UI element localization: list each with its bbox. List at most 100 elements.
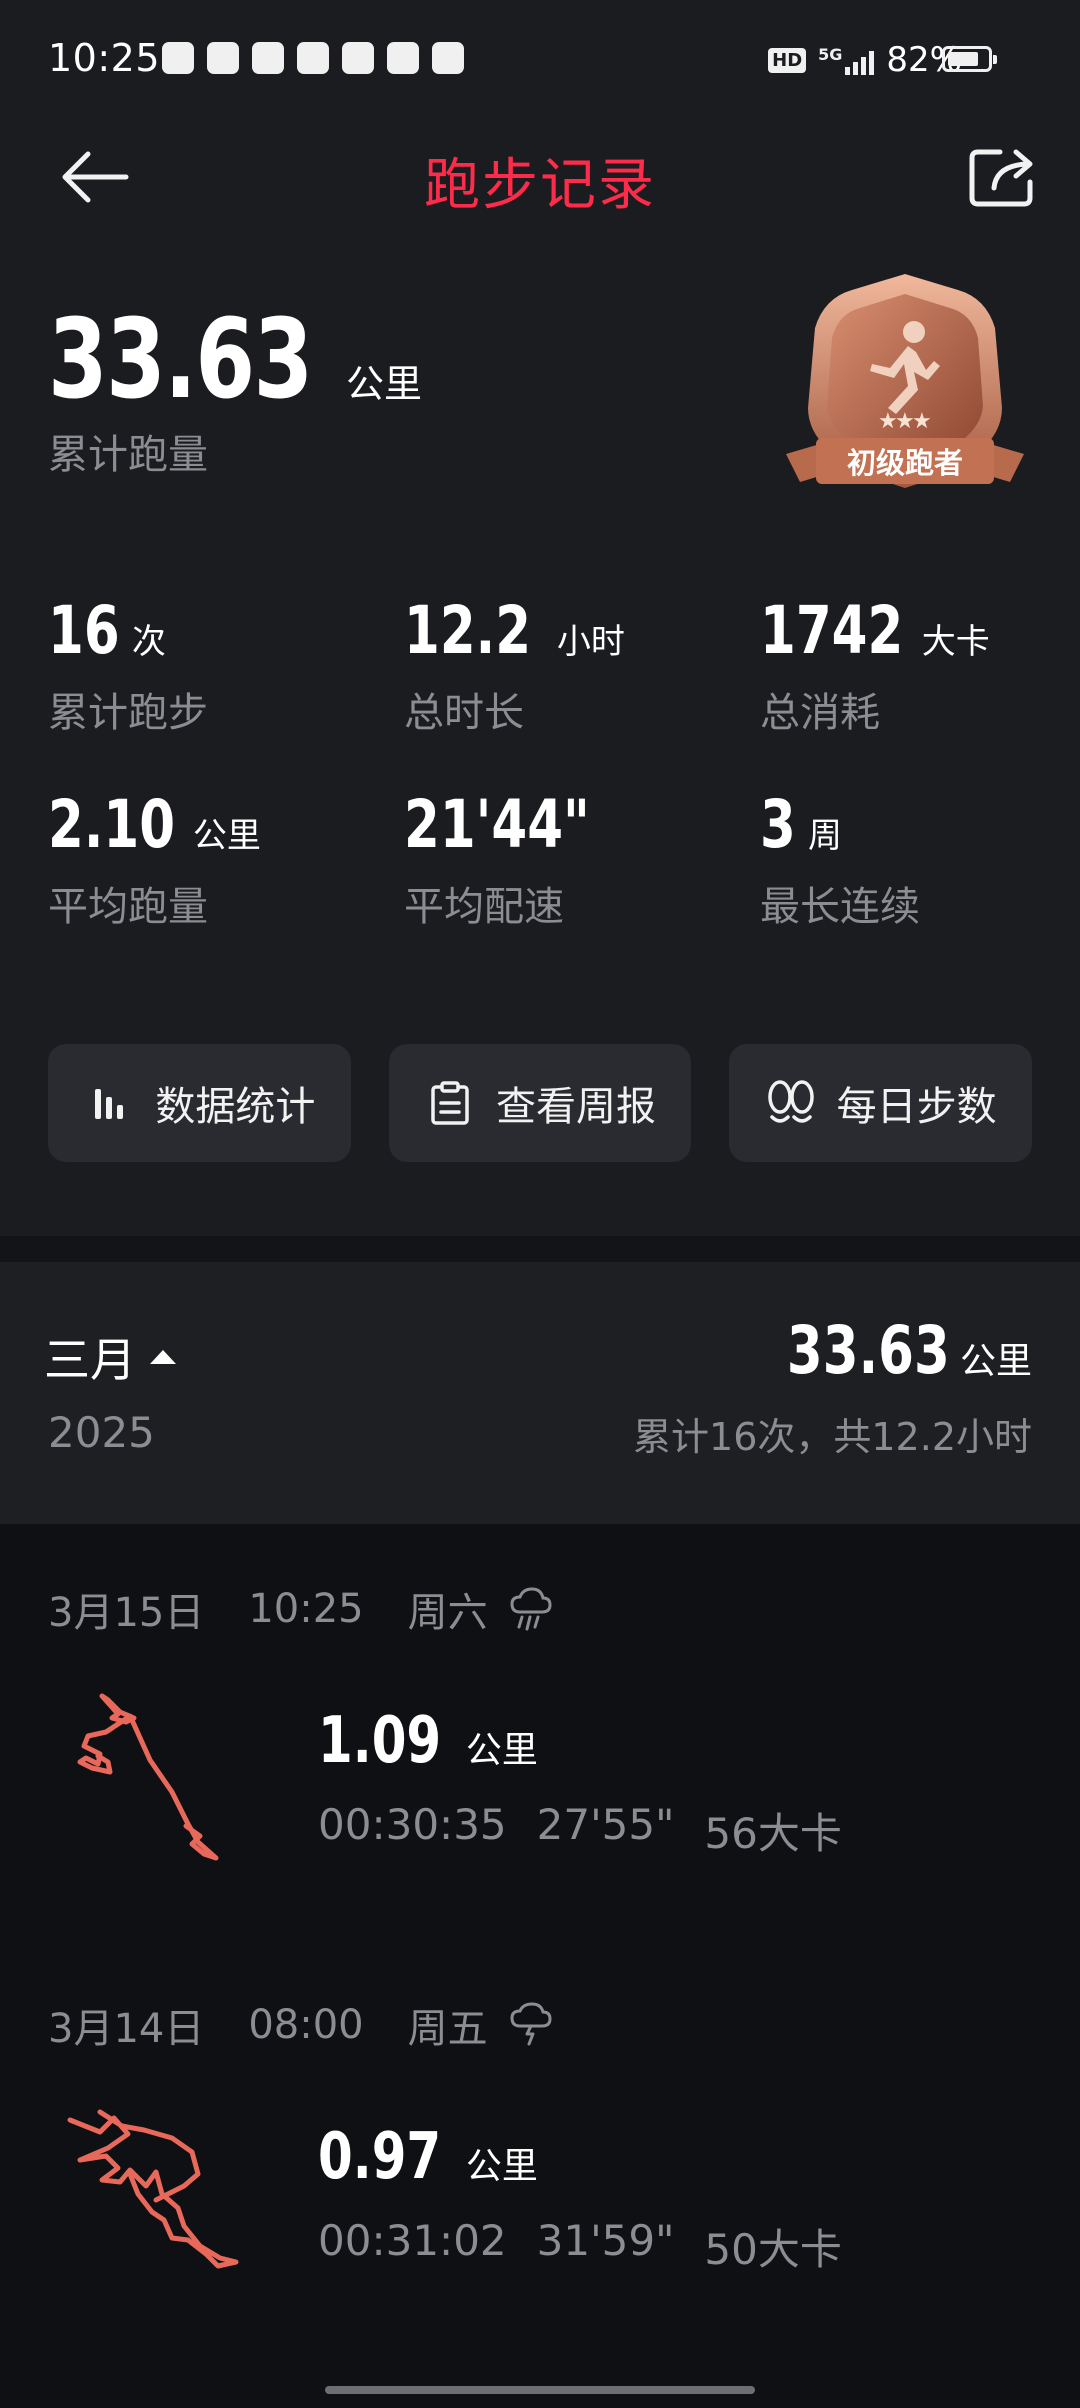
- signal-icon: 5G: [818, 45, 875, 75]
- run-date-row: 3月15日 10:25 周六: [48, 1580, 554, 1638]
- total-distance-value: 33.63: [48, 295, 313, 423]
- status-right: HD 5G 82%: [768, 40, 962, 80]
- stat-unit: 小时: [556, 622, 625, 662]
- section-divider: [0, 1236, 1080, 1262]
- run-list-item[interactable]: 3月15日 10:25 周六 1.09 公里 00:30:35 27'55" 5…: [0, 1524, 1080, 1944]
- run-distance-unit: 公里: [465, 2146, 538, 2187]
- action-buttons: 数据统计 查看周报 每日步数: [48, 1044, 1033, 1162]
- runner-level-badge[interactable]: ★ ★ ★ 初级跑者: [780, 268, 1030, 518]
- share-button[interactable]: [964, 142, 1044, 212]
- month-distance-value: 33.63: [787, 1312, 950, 1389]
- battery-icon: [942, 46, 997, 72]
- video-icon: [387, 42, 419, 74]
- run-distance-value: 0.97: [318, 2120, 442, 2194]
- run-pace: 31'59": [536, 2216, 675, 2265]
- badge-label: 初级跑者: [846, 446, 963, 480]
- run-date: 3月14日: [48, 2006, 205, 2052]
- route-map-thumbnail: [67, 2109, 239, 2269]
- run-pace: 27'55": [536, 1800, 675, 1849]
- total-distance-label: 累计跑量: [48, 432, 208, 478]
- stat-label: 总消耗: [760, 690, 880, 736]
- bar-chart-icon: [83, 1077, 135, 1129]
- clipboard-icon: [424, 1077, 476, 1129]
- hail-cloud-icon: [510, 2002, 552, 2046]
- run-date: 3月15日: [48, 1590, 205, 1636]
- total-distance-unit: 公里: [345, 362, 422, 406]
- rain-cloud-icon: [510, 1587, 552, 1631]
- run-time: 10:25: [248, 1586, 364, 1632]
- daily-steps-button[interactable]: 每日步数: [729, 1044, 1033, 1162]
- send-icon: [432, 42, 464, 74]
- stat-unit: 大卡: [921, 622, 990, 662]
- action-label: 数据统计: [155, 1084, 316, 1130]
- stat-label: 平均跑量: [48, 884, 208, 930]
- stat-average-pace: 21'44" 平均配速: [404, 786, 724, 932]
- stat-longest-streak: 3 周 最长连续: [760, 786, 1080, 932]
- run-list-item[interactable]: 3月14日 08:00 周五 0.97 公里 00:31:02 31'59" 5…: [0, 1940, 1080, 2360]
- run-weekday: 周五: [407, 2006, 488, 2052]
- stat-value: 2.10: [48, 786, 176, 863]
- status-time: 10:25: [48, 36, 161, 80]
- mail-icon: [297, 42, 329, 74]
- run-metrics: 00:31:02 31'59" 50大卡: [318, 2216, 842, 2277]
- stat-label: 最长连续: [760, 884, 920, 930]
- month-distance: 33.63 公里: [741, 1312, 1032, 1389]
- notification-icons: [162, 42, 464, 74]
- stat-average-distance: 2.10 公里 平均跑量: [48, 786, 368, 932]
- data-statistics-button[interactable]: 数据统计: [48, 1044, 351, 1162]
- notification-app-icon: [162, 42, 194, 74]
- action-label: 每日步数: [836, 1084, 997, 1130]
- share-icon: [969, 149, 1033, 207]
- stat-value-row: 1742 大卡: [760, 592, 1080, 672]
- stat-value: 12.2: [404, 592, 532, 669]
- month-distance-unit: 公里: [959, 1341, 1032, 1382]
- run-distance: 0.97 公里: [318, 2120, 538, 2194]
- month-year: 2025: [48, 1408, 155, 1457]
- running-record-page: 10:25 HD 5G 82% 跑步记录 33.63 公里 累计跑量 ★ ★ ★…: [0, 0, 1080, 2408]
- svg-text:★: ★: [912, 409, 932, 434]
- app-header: 跑步记录: [0, 130, 1080, 220]
- caret-up-icon: [150, 1350, 176, 1364]
- stat-unit: 公里: [192, 816, 261, 856]
- stat-unit: 次: [131, 622, 166, 662]
- stat-value-row: 21'44": [404, 786, 724, 866]
- month-summary: 三月 2025 33.63 公里 累计16次，共12.2小时: [0, 1262, 1080, 1524]
- route-map-thumbnail: [77, 1693, 219, 1861]
- hd-icon: HD: [768, 47, 807, 73]
- stat-value: 3: [760, 786, 796, 863]
- run-weekday: 周六: [407, 1590, 488, 1636]
- stat-value-row: 2.10 公里: [48, 786, 368, 866]
- run-metrics: 00:30:35 27'55" 56大卡: [318, 1800, 842, 1861]
- run-calories: 56大卡: [704, 1809, 842, 1858]
- stat-unit: 周: [807, 816, 842, 856]
- run-duration: 00:30:35: [318, 1800, 507, 1849]
- run-distance-value: 1.09: [318, 1704, 442, 1778]
- stat-value-row: 16 次: [48, 592, 368, 672]
- notification-app-icon: [342, 42, 374, 74]
- home-indicator[interactable]: [325, 2386, 755, 2394]
- run-duration: 00:31:02: [318, 2216, 507, 2265]
- stat-value: 1742: [760, 592, 904, 669]
- stat-label: 累计跑步: [48, 690, 208, 736]
- footprints-icon: [765, 1077, 817, 1129]
- wechat-icon: [207, 42, 239, 74]
- stat-total-calories: 1742 大卡 总消耗: [760, 592, 1080, 738]
- page-title: 跑步记录: [424, 153, 656, 218]
- run-distance-unit: 公里: [465, 1730, 538, 1771]
- run-date-row: 3月14日 08:00 周五: [48, 1996, 554, 2054]
- notification-app-icon: [252, 42, 284, 74]
- month-selector[interactable]: 三月: [44, 1324, 176, 1390]
- stat-value: 16: [48, 592, 120, 669]
- weekly-report-button[interactable]: 查看周报: [388, 1044, 692, 1162]
- network-label: 5G: [818, 45, 843, 64]
- month-label: 三月: [44, 1333, 136, 1387]
- action-label: 查看周报: [496, 1084, 656, 1130]
- stat-run-count: 16 次 累计跑步: [48, 592, 368, 738]
- stat-total-duration: 12.2 小时 总时长: [404, 592, 724, 738]
- stat-label: 平均配速: [404, 884, 564, 930]
- run-calories: 50大卡: [704, 2225, 842, 2274]
- run-list: 3月15日 10:25 周六 1.09 公里 00:30:35 27'55" 5…: [0, 1524, 1080, 2408]
- total-distance: 33.63 公里: [48, 295, 422, 423]
- stat-value: 21'44": [404, 786, 590, 863]
- stat-value-row: 12.2 小时: [404, 592, 724, 672]
